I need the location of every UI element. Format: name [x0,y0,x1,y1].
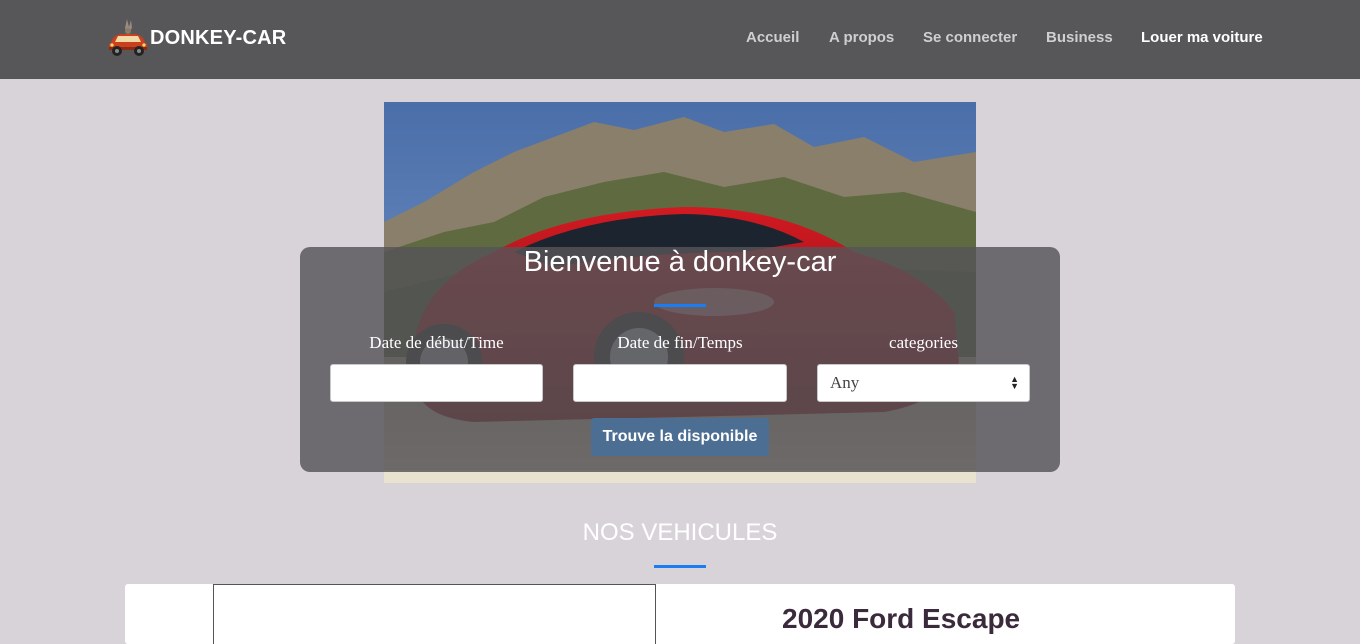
category-selected-value: Any [830,373,860,392]
vehicles-section-title: NOS VEHICULES [582,519,778,546]
vehicle-image [213,584,656,644]
nav-link-se-connecter[interactable]: Se connecter [923,29,1017,46]
find-available-button[interactable]: Trouve la disponible [591,418,769,456]
section-title-underline [654,565,706,568]
start-date-input[interactable] [330,364,543,402]
brand[interactable]: DONKEY-CAR [107,16,286,60]
end-date-label: Date de fin/Temps [617,333,743,352]
category-select[interactable]: Any ▲ ▼ [817,364,1030,402]
title-underline [654,304,706,307]
end-date-input[interactable] [573,364,787,402]
welcome-title: Bienvenue à donkey-car [523,246,837,278]
brand-name: DONKEY-CAR [150,26,287,49]
nav-link-business[interactable]: Business [1046,29,1113,46]
vehicle-title: 2020 Ford Escape [782,603,1021,634]
select-updown-icon: ▲ ▼ [1010,374,1019,391]
vehicle-card[interactable]: 2020 Ford Escape [125,584,1235,644]
nav-link-a-propos[interactable]: A propos [829,29,894,46]
start-date-label: Date de début/Time [369,333,504,352]
top-navbar: DONKEY-CAR Accueil A propos Se connecter… [0,0,1360,79]
donkey-car-logo-icon [109,19,147,56]
nav-link-accueil[interactable]: Accueil [746,29,799,46]
search-panel: Bienvenue à donkey-car Date de début/Tim… [300,246,1060,472]
nav-link-louer-ma-voiture[interactable]: Louer ma voiture [1141,29,1263,46]
category-label: categories [889,333,958,352]
